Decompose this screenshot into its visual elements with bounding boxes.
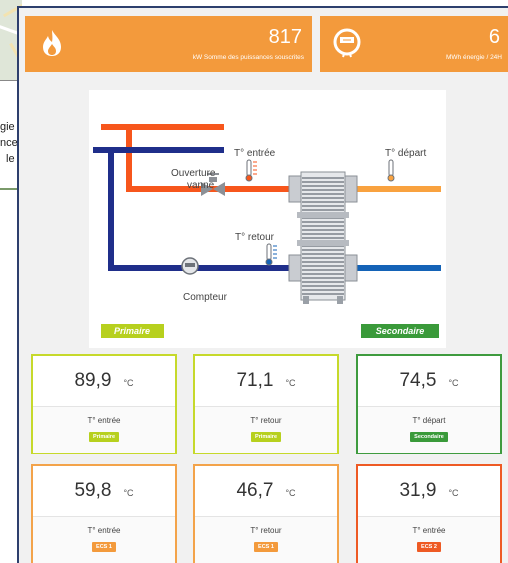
card-label: T° entrée: [87, 416, 121, 425]
card-secondaire-t-depart: 74,5 °C T° départ Secondaire: [356, 354, 502, 454]
card-value: 59,8: [74, 480, 112, 501]
label-vanne: vanne: [187, 180, 215, 191]
card-value: 89,9: [74, 370, 112, 391]
kpi-energy-value: 6: [488, 26, 500, 48]
card-primaire-t-retour: 71,1 °C T° retour Primaire: [193, 354, 339, 454]
heat-exchanger: [288, 171, 358, 304]
card-label: T° entrée: [412, 526, 446, 535]
card-badge: ECS 1: [92, 542, 116, 552]
card-value: 46,7: [236, 480, 274, 501]
primaire-badge-label: Primaire: [114, 326, 150, 336]
thermometer-icon: [245, 159, 257, 182]
card-unit: °C: [285, 488, 296, 498]
card-unit: °C: [448, 488, 459, 498]
kpi-energy-caption: MWh énergie / 24H: [446, 54, 502, 61]
card-unit: °C: [123, 488, 134, 498]
card-label: T° départ: [412, 416, 446, 425]
dashboard-panel: 817 kW Somme des puissances souscrites 6…: [17, 6, 508, 563]
meter-icon: [333, 28, 361, 58]
label-t-entree: T° entrée: [234, 148, 276, 159]
card-badge: ECS 1: [254, 542, 278, 552]
label-t-retour: T° retour: [235, 232, 275, 243]
card-ecs2-t-entree: 31,9 °C T° entrée ECS 2: [356, 464, 502, 563]
kpi-energy-card: 6 MWh énergie / 24H: [320, 16, 508, 72]
card-badge: Primaire: [88, 432, 119, 442]
card-ecs1-t-entree: 59,8 °C T° entrée ECS 1: [31, 464, 177, 563]
label-ouverture: Ouverture: [171, 168, 216, 179]
card-value: 71,1: [236, 370, 274, 391]
card-badge: ECS 2: [417, 542, 441, 552]
label-compteur: Compteur: [183, 292, 228, 303]
kpi-power-value: 817: [268, 26, 302, 48]
thermometer-icon: [265, 243, 277, 266]
card-label: T° retour: [250, 416, 282, 425]
background-text-line: nce: [0, 137, 18, 149]
card-value: 74,5: [399, 370, 437, 391]
card-unit: °C: [285, 378, 296, 388]
card-unit: °C: [448, 378, 459, 388]
schematic-svg: T° entrée T° départ Ouverture vanne T° r…: [93, 124, 441, 338]
heat-exchanger-diagram: T° entrée T° départ Ouverture vanne T° r…: [89, 90, 446, 348]
card-value: 31,9: [399, 480, 437, 501]
card-unit: °C: [123, 378, 134, 388]
card-primaire-t-entree: 89,9 °C T° entrée Primaire: [31, 354, 177, 454]
kpi-power-caption: kW Somme des puissances souscrites: [192, 54, 304, 61]
flame-icon: [43, 30, 61, 56]
card-badge: Secondaire: [410, 432, 448, 442]
label-t-depart: T° départ: [385, 148, 426, 159]
kpi-power-card: 817 kW Somme des puissances souscrites: [25, 16, 312, 72]
card-label: T° entrée: [87, 526, 121, 535]
secondaire-badge-label: Secondaire: [376, 326, 425, 336]
background-text-line: gie: [0, 121, 15, 133]
thermometer-icon: [387, 159, 395, 182]
card-ecs1-t-retour: 46,7 °C T° retour ECS 1: [193, 464, 339, 563]
background-text-line: le: [6, 153, 15, 165]
card-label: T° retour: [250, 526, 282, 535]
card-badge: Primaire: [250, 432, 281, 442]
meter-icon: [181, 257, 199, 275]
